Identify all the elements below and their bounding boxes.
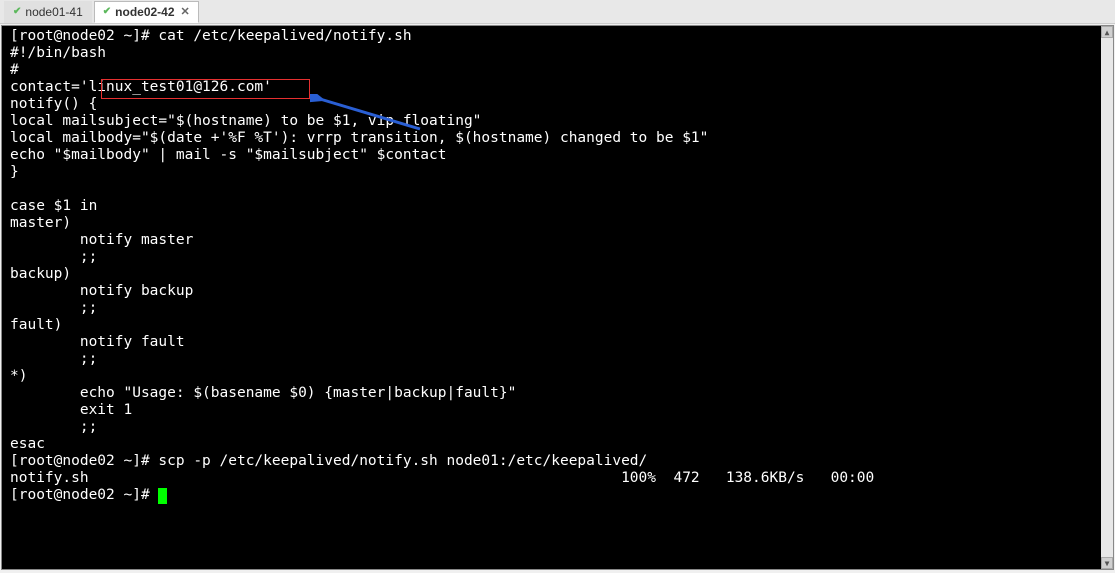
terminal[interactable]: [root@node02 ~]# cat /etc/keepalived/not… (1, 25, 1114, 570)
terminal-line: ;; (10, 300, 1105, 317)
terminal-line: [root@node02 ~]# scp -p /etc/keepalived/… (10, 453, 1105, 470)
terminal-line: backup) (10, 266, 1105, 283)
tab-label: node01-41 (25, 5, 82, 19)
terminal-line: ;; (10, 249, 1105, 266)
tab-label: node02-42 (115, 5, 174, 19)
terminal-line: [root@node02 ~]# (10, 487, 1105, 504)
terminal-line: ;; (10, 419, 1105, 436)
terminal-line: fault) (10, 317, 1105, 334)
terminal-line: echo "Usage: $(basename $0) {master|back… (10, 385, 1105, 402)
terminal-line (10, 181, 1105, 198)
tab-node01[interactable]: ✔ node01-41 (4, 1, 92, 23)
terminal-line: notify master (10, 232, 1105, 249)
terminal-line: echo "$mailbody" | mail -s "$mailsubject… (10, 147, 1105, 164)
tab-node02[interactable]: ✔ node02-42 ✕ (94, 1, 199, 23)
terminal-line: notify() { (10, 96, 1105, 113)
terminal-line: notify.sh 100% 472 138.6KB/s 00:00 (10, 470, 1105, 487)
terminal-line: #!/bin/bash (10, 45, 1105, 62)
terminal-line: master) (10, 215, 1105, 232)
terminal-line: notify fault (10, 334, 1105, 351)
terminal-line: exit 1 (10, 402, 1105, 419)
scroll-up-icon[interactable]: ▲ (1101, 26, 1113, 38)
check-icon: ✔ (13, 6, 21, 17)
terminal-line: local mailsubject="$(hostname) to be $1,… (10, 113, 1105, 130)
terminal-line: case $1 in (10, 198, 1105, 215)
cursor (158, 488, 167, 504)
tab-bar: ✔ node01-41 ✔ node02-42 ✕ (0, 0, 1115, 24)
terminal-line: # (10, 62, 1105, 79)
terminal-line: contact='linux_test01@126.com' (10, 79, 1105, 96)
terminal-content: [root@node02 ~]# cat /etc/keepalived/not… (10, 28, 1105, 504)
terminal-line: *) (10, 368, 1105, 385)
close-icon[interactable]: ✕ (181, 5, 190, 18)
terminal-line: ;; (10, 351, 1105, 368)
terminal-line: esac (10, 436, 1105, 453)
check-icon: ✔ (103, 6, 111, 17)
scroll-down-icon[interactable]: ▼ (1101, 557, 1113, 569)
terminal-line: local mailbody="$(date +'%F %T'): vrrp t… (10, 130, 1105, 147)
terminal-line: notify backup (10, 283, 1105, 300)
terminal-line: } (10, 164, 1105, 181)
terminal-line: [root@node02 ~]# cat /etc/keepalived/not… (10, 28, 1105, 45)
scrollbar[interactable]: ▲ ▼ (1101, 26, 1113, 569)
